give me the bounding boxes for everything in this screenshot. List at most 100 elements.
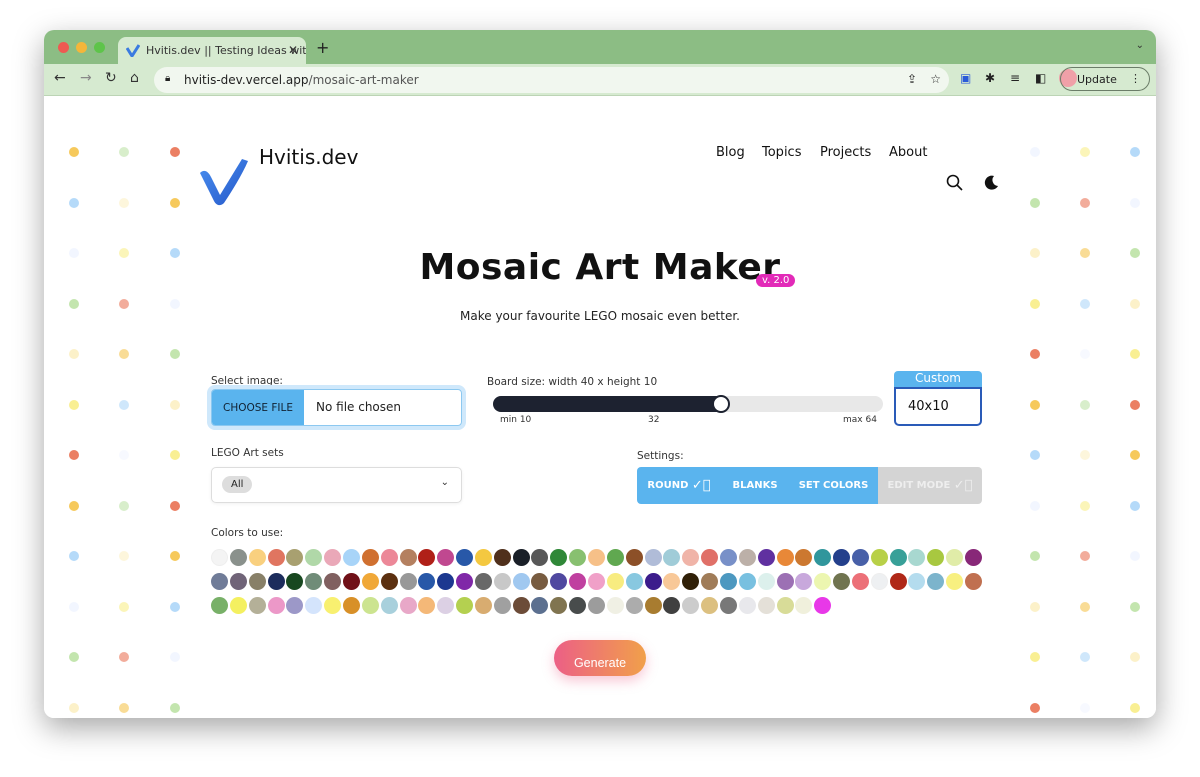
color-swatch[interactable] [927,573,945,590]
nav-blog[interactable]: Blog [716,145,745,160]
lego-sets-select[interactable]: All ⌄ [211,467,462,503]
selected-set-chip[interactable]: All [222,476,253,493]
close-window-button[interactable] [58,42,69,53]
color-swatch[interactable] [550,573,568,590]
back-icon[interactable]: ← [54,70,66,86]
color-swatch[interactable] [870,549,888,566]
color-swatch[interactable] [606,597,624,614]
round-toggle[interactable]: ROUND ✓⃝ [637,467,721,504]
color-swatch[interactable] [588,597,605,614]
nav-topics[interactable]: Topics [762,145,801,160]
color-swatch[interactable] [286,597,304,614]
color-swatch[interactable] [588,549,605,566]
color-swatch[interactable] [908,573,926,590]
color-swatch[interactable] [437,549,455,566]
color-swatch[interactable] [908,549,926,566]
color-swatch[interactable] [606,549,624,566]
color-swatch[interactable] [757,597,775,614]
color-swatch[interactable] [738,549,756,566]
forward-icon[interactable]: → [80,70,92,86]
new-tab-icon[interactable]: + [316,38,329,57]
color-swatch[interactable] [211,549,228,566]
color-swatch[interactable] [211,573,228,590]
color-swatch[interactable] [456,573,474,590]
color-swatch[interactable] [663,597,681,614]
edit-mode-toggle[interactable]: EDIT MODE ✓⃝ [878,467,982,504]
color-swatch[interactable] [625,597,643,614]
color-swatch[interactable] [795,549,813,566]
color-swatch[interactable] [437,573,455,590]
color-swatch[interactable] [701,549,719,566]
color-swatch[interactable] [342,573,360,590]
board-size-slider-thumb[interactable] [711,395,730,413]
address-bar[interactable]: 🔒︎ hvitis-dev.vercel.app/mosaic-art-make… [154,67,949,93]
color-swatch[interactable] [833,573,851,590]
color-swatch[interactable] [399,597,417,614]
color-swatch[interactable] [625,549,643,566]
color-swatch[interactable] [606,573,624,590]
color-swatch[interactable] [248,597,266,614]
color-swatch[interactable] [644,549,662,566]
color-swatch[interactable] [795,597,813,614]
color-swatch[interactable] [946,549,964,566]
bookmark-star-icon[interactable]: ☆ [930,72,941,86]
color-swatch[interactable] [719,573,737,590]
color-swatch[interactable] [644,573,662,590]
color-swatch[interactable] [663,573,681,590]
site-name[interactable]: Hvitis.dev [259,145,358,169]
color-swatch[interactable] [776,549,794,566]
color-swatch[interactable] [229,549,247,566]
color-swatch[interactable] [851,549,869,566]
color-swatch[interactable] [965,549,982,566]
search-icon[interactable] [946,174,963,191]
color-swatch[interactable] [229,573,247,590]
color-swatch[interactable] [569,597,587,614]
color-swatch[interactable] [531,597,549,614]
color-swatch[interactable] [361,549,379,566]
color-swatch[interactable] [889,573,907,590]
color-swatch[interactable] [870,573,888,590]
color-swatch[interactable] [305,549,323,566]
color-swatch[interactable] [324,597,342,614]
color-swatch[interactable] [342,549,360,566]
color-swatch[interactable] [512,573,530,590]
color-swatch[interactable] [644,597,662,614]
moon-icon[interactable] [984,175,999,190]
color-swatch[interactable] [342,597,360,614]
color-swatch[interactable] [833,549,851,566]
color-swatch[interactable] [380,549,398,566]
color-swatch[interactable] [324,573,342,590]
color-swatch[interactable] [814,573,832,590]
menu-dots-icon[interactable]: ⋮ [1130,72,1141,85]
color-swatch[interactable] [493,549,511,566]
color-swatch[interactable] [738,573,756,590]
color-swatch[interactable] [889,549,907,566]
color-swatch[interactable] [663,549,681,566]
blanks-toggle[interactable]: BLANKS [721,467,789,504]
browser-tab[interactable]: Hvitis.dev || Testing Ideas with ✕ [118,37,306,64]
color-swatch[interactable] [512,549,530,566]
color-swatch[interactable] [625,573,643,590]
custom-size-input[interactable]: 40x10 [894,387,982,426]
reload-icon[interactable]: ↻ [105,70,117,86]
color-swatch[interactable] [776,573,794,590]
color-swatch[interactable] [380,597,398,614]
color-swatch[interactable] [361,573,379,590]
color-swatch[interactable] [550,597,568,614]
color-swatch[interactable] [946,573,964,590]
color-swatch[interactable] [418,573,436,590]
color-swatch[interactable] [267,549,285,566]
color-swatch[interactable] [399,573,417,590]
set-colors-toggle[interactable]: SET COLORS [789,467,878,504]
color-swatch[interactable] [757,549,775,566]
generate-button[interactable]: Generate [554,640,646,676]
color-swatch[interactable] [418,597,436,614]
color-swatch[interactable] [814,549,832,566]
color-swatch[interactable] [682,597,700,614]
color-swatch[interactable] [305,573,323,590]
color-swatch[interactable] [569,549,587,566]
color-swatch[interactable] [474,597,492,614]
maximize-window-button[interactable] [94,42,105,53]
color-swatch[interactable] [474,573,492,590]
color-swatch[interactable] [493,573,511,590]
